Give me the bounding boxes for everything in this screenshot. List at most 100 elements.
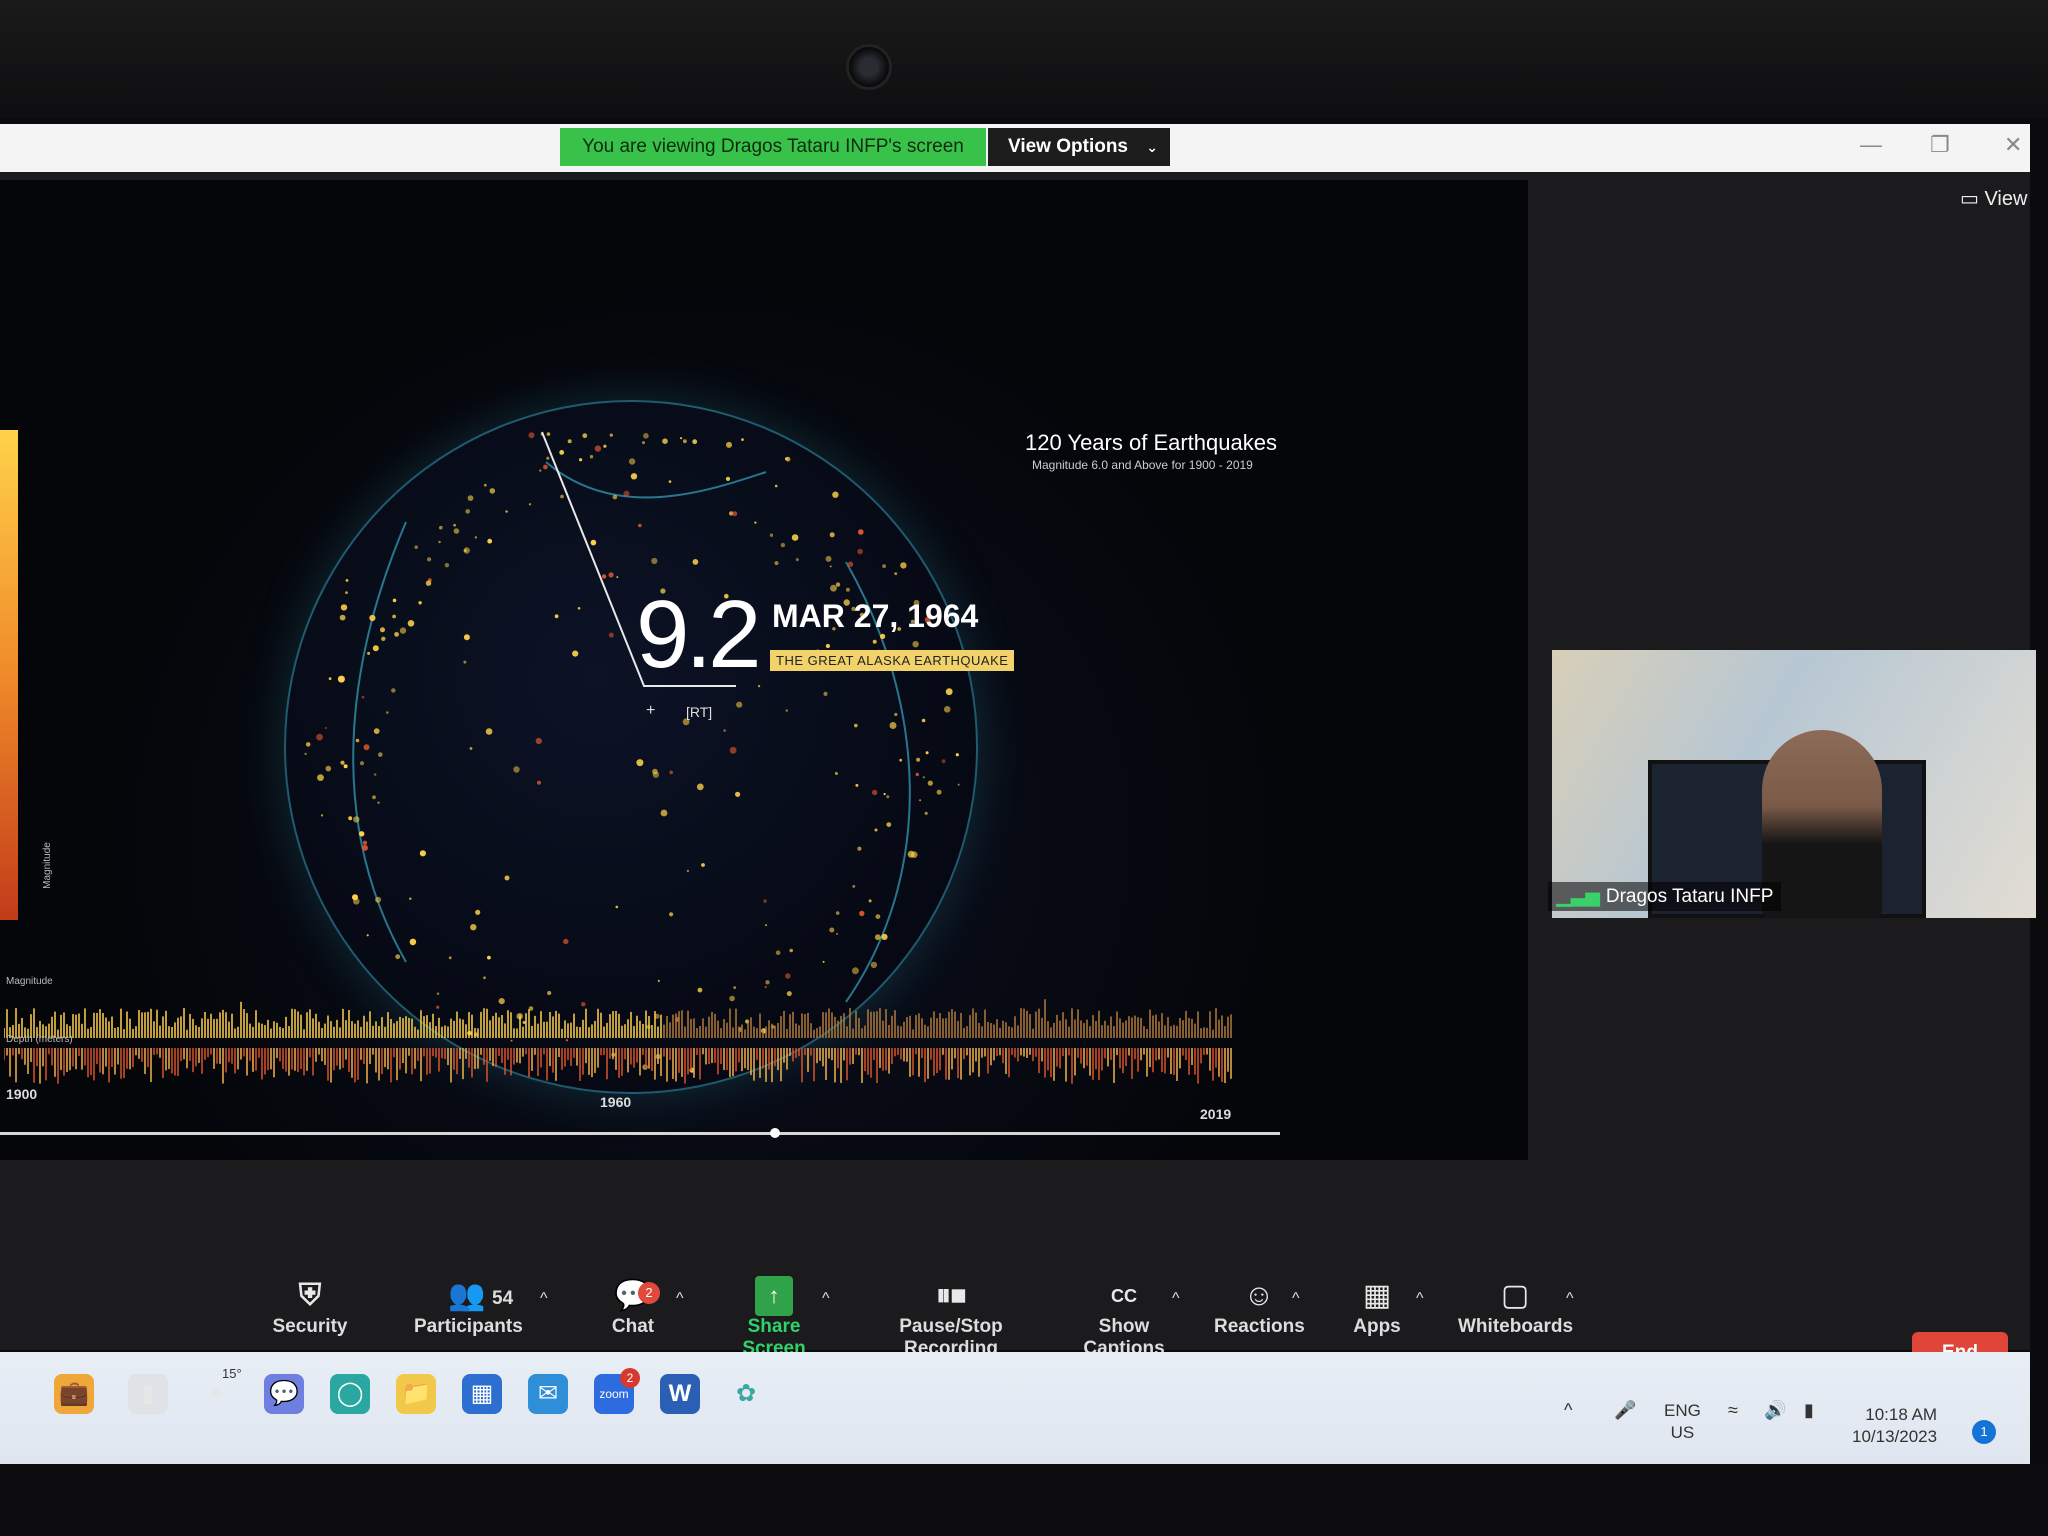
quake-dot — [374, 773, 377, 776]
pause-stop-icon: ⏸⏹ — [936, 1279, 966, 1312]
quake-dot — [489, 488, 496, 494]
quake-dot — [615, 905, 619, 909]
language-indicator[interactable]: ENG US — [1664, 1400, 1701, 1444]
share-screen-button[interactable]: ↑ Share Screen — [716, 1276, 832, 1360]
teams-chat-icon[interactable]: 💬 — [264, 1374, 304, 1414]
quake-dot — [868, 899, 872, 903]
participant-video[interactable] — [1552, 650, 2036, 918]
quake-dot — [835, 932, 839, 936]
quake-dot — [463, 634, 470, 641]
quake-dot — [419, 850, 426, 857]
chart-title: 120 Years of Earthquakes — [1025, 430, 1277, 455]
wifi-icon[interactable]: ≈ — [1728, 1400, 1738, 1421]
quake-dot — [359, 761, 365, 766]
quake-dot — [325, 765, 332, 772]
quake-dot — [355, 738, 360, 743]
quake-dot — [475, 909, 481, 915]
quake-dot — [775, 950, 781, 955]
quake-dot — [785, 973, 791, 979]
chevron-down-icon: ⌄ — [1146, 139, 1158, 155]
quake-dot — [754, 521, 757, 524]
tray-chevron-up-icon[interactable]: ^ — [1564, 1400, 1572, 1421]
shield-icon: ⛨ — [298, 1279, 322, 1312]
file-explorer-icon[interactable]: 📁 — [396, 1374, 436, 1414]
store-icon[interactable]: ▦ — [462, 1374, 502, 1414]
captions-caret-icon[interactable]: ^ — [1172, 1290, 1180, 1308]
quake-dot — [348, 816, 353, 821]
microphone-icon[interactable]: 🎤 — [1614, 1400, 1636, 1421]
captions-button[interactable]: CC Show Captions — [1062, 1276, 1186, 1360]
quake-dot — [657, 979, 660, 982]
quake-dot — [386, 711, 389, 714]
view-button[interactable]: ▭ View — [1960, 186, 2027, 211]
year-label-start: 1900 — [6, 1086, 38, 1102]
view-options-button[interactable]: View Options ⌄ — [988, 128, 1170, 166]
quake-dot — [407, 620, 415, 627]
quake-dot — [463, 660, 467, 664]
magnitude-track — [4, 999, 1232, 1038]
quake-dot — [791, 534, 799, 541]
quake-dot — [835, 582, 841, 587]
quake-dot — [305, 742, 311, 747]
quake-dot — [886, 822, 892, 827]
participant-name: Dragos Tataru INFP — [1605, 886, 1774, 907]
quake-dot — [835, 911, 840, 915]
quake-dot — [701, 863, 705, 867]
quake-dot — [377, 801, 380, 804]
share-caret-icon[interactable]: ^ — [822, 1290, 830, 1308]
quake-dot — [535, 737, 542, 745]
edge-browser-icon[interactable]: ◯ — [330, 1374, 370, 1414]
timeline-slider-knob[interactable] — [770, 1128, 780, 1138]
mail-icon[interactable]: ✉ — [528, 1374, 568, 1414]
quake-dot — [829, 565, 832, 568]
signal-bars-icon: ▁▃▅ — [1556, 886, 1600, 907]
restore-icon[interactable]: ❐ — [1930, 132, 1950, 158]
quake-dot — [485, 728, 493, 735]
timeline-slider[interactable] — [0, 1132, 1280, 1135]
security-button[interactable]: ⛨ Security — [268, 1276, 352, 1338]
quake-dot — [395, 954, 401, 960]
quake-dot — [696, 783, 704, 791]
minimize-icon[interactable]: — — [1860, 132, 1882, 158]
quake-dot — [955, 753, 959, 757]
chat-caret-icon[interactable]: ^ — [676, 1290, 684, 1308]
recording-button[interactable]: ⏸⏹ Pause/Stop Recording — [858, 1276, 1044, 1360]
reactions-caret-icon[interactable]: ^ — [1292, 1290, 1300, 1308]
widgets-icon[interactable]: 💼 — [54, 1374, 94, 1414]
app-icon[interactable]: ✿ — [726, 1374, 766, 1414]
quake-dot — [780, 542, 786, 548]
quake-dot — [448, 956, 452, 960]
volume-icon[interactable]: 🔊 — [1764, 1400, 1786, 1421]
quake-dot — [941, 759, 946, 764]
apps-button[interactable]: ▦ Apps — [1352, 1276, 1402, 1338]
quake-dot — [394, 631, 400, 637]
quake-dot — [444, 563, 450, 568]
quake-dot — [907, 850, 915, 858]
quake-dot — [925, 751, 929, 755]
participants-label: Participants — [414, 1316, 523, 1337]
quake-dot — [467, 495, 474, 501]
whiteboards-caret-icon[interactable]: ^ — [1566, 1290, 1574, 1308]
word-icon[interactable]: W — [660, 1374, 700, 1414]
quake-dot — [894, 712, 898, 717]
participants-caret-icon[interactable]: ^ — [540, 1290, 548, 1308]
close-icon[interactable]: ✕ — [2004, 132, 2022, 158]
notification-badge[interactable]: 1 — [1972, 1420, 1996, 1444]
featured-date: MAR 27, 1964 — [772, 598, 979, 634]
quake-dot — [830, 584, 837, 592]
reactions-button[interactable]: ☺ Reactions — [1214, 1276, 1305, 1338]
weather-temp: 15° — [222, 1366, 242, 1381]
quake-dot — [328, 677, 332, 680]
battery-icon[interactable]: ▮ — [1804, 1400, 1814, 1421]
quake-dot — [889, 722, 897, 729]
whiteboards-button[interactable]: ▢ Whiteboards — [1458, 1276, 1573, 1338]
task-view-icon[interactable]: ▮ — [128, 1374, 168, 1414]
quake-dot — [375, 896, 382, 903]
apps-caret-icon[interactable]: ^ — [1416, 1290, 1424, 1308]
quake-dot — [359, 831, 365, 837]
depth-track — [4, 1048, 1232, 1084]
system-clock[interactable]: 10:18 AM 10/13/2023 — [1852, 1404, 1937, 1448]
quake-dot — [345, 591, 348, 594]
quake-dot — [943, 706, 951, 713]
quake-dot — [899, 758, 903, 762]
